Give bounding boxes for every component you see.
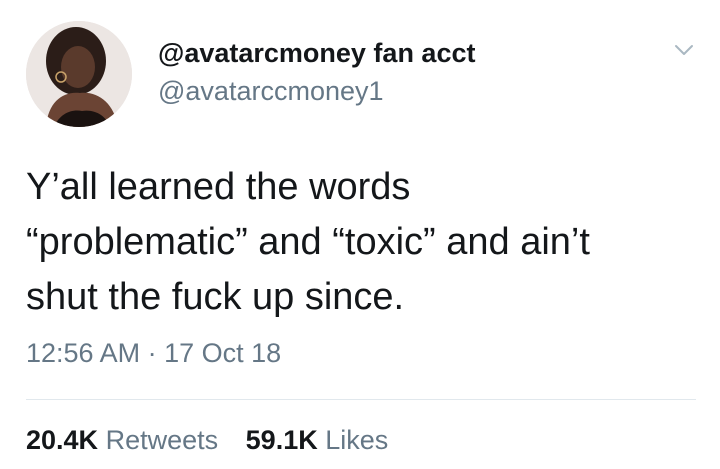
display-name[interactable]: @avatarcmoney fan acct xyxy=(158,38,475,69)
avatar-photo-icon xyxy=(26,21,132,127)
tweet-text-line: Y’all learned the words xyxy=(26,166,411,208)
tweet-date: 17 Oct 18 xyxy=(164,338,282,368)
tweet-text: Y’all learned the words “problematic” an… xyxy=(26,160,706,325)
likes-stat[interactable]: 59.1K Likes xyxy=(246,425,389,456)
likes-label: Likes xyxy=(325,425,389,455)
tweet-time: 12:56 AM xyxy=(26,338,141,368)
user-avatar[interactable] xyxy=(26,21,132,127)
retweets-stat[interactable]: 20.4K Retweets xyxy=(26,425,218,456)
tweet-text-line: “problematic” and “toxic” and ain’t xyxy=(26,221,590,263)
likes-count: 59.1K xyxy=(245,425,318,455)
retweets-label: Retweets xyxy=(105,425,219,455)
tweet-stats: 20.4K Retweets 59.1K Likes xyxy=(26,425,408,456)
retweets-count: 20.4K xyxy=(26,425,99,455)
divider xyxy=(26,399,696,400)
tweet-timestamp[interactable]: 12:56 AM · 17 Oct 18 xyxy=(26,338,281,369)
tweet-card: @avatarcmoney fan acct @avatarccmoney1 Y… xyxy=(0,0,720,469)
chevron-down-icon[interactable] xyxy=(672,38,696,62)
meta-separator: · xyxy=(147,338,157,368)
user-handle[interactable]: @avatarccmoney1 xyxy=(158,76,384,107)
tweet-text-line: shut the fuck up since. xyxy=(26,276,405,318)
